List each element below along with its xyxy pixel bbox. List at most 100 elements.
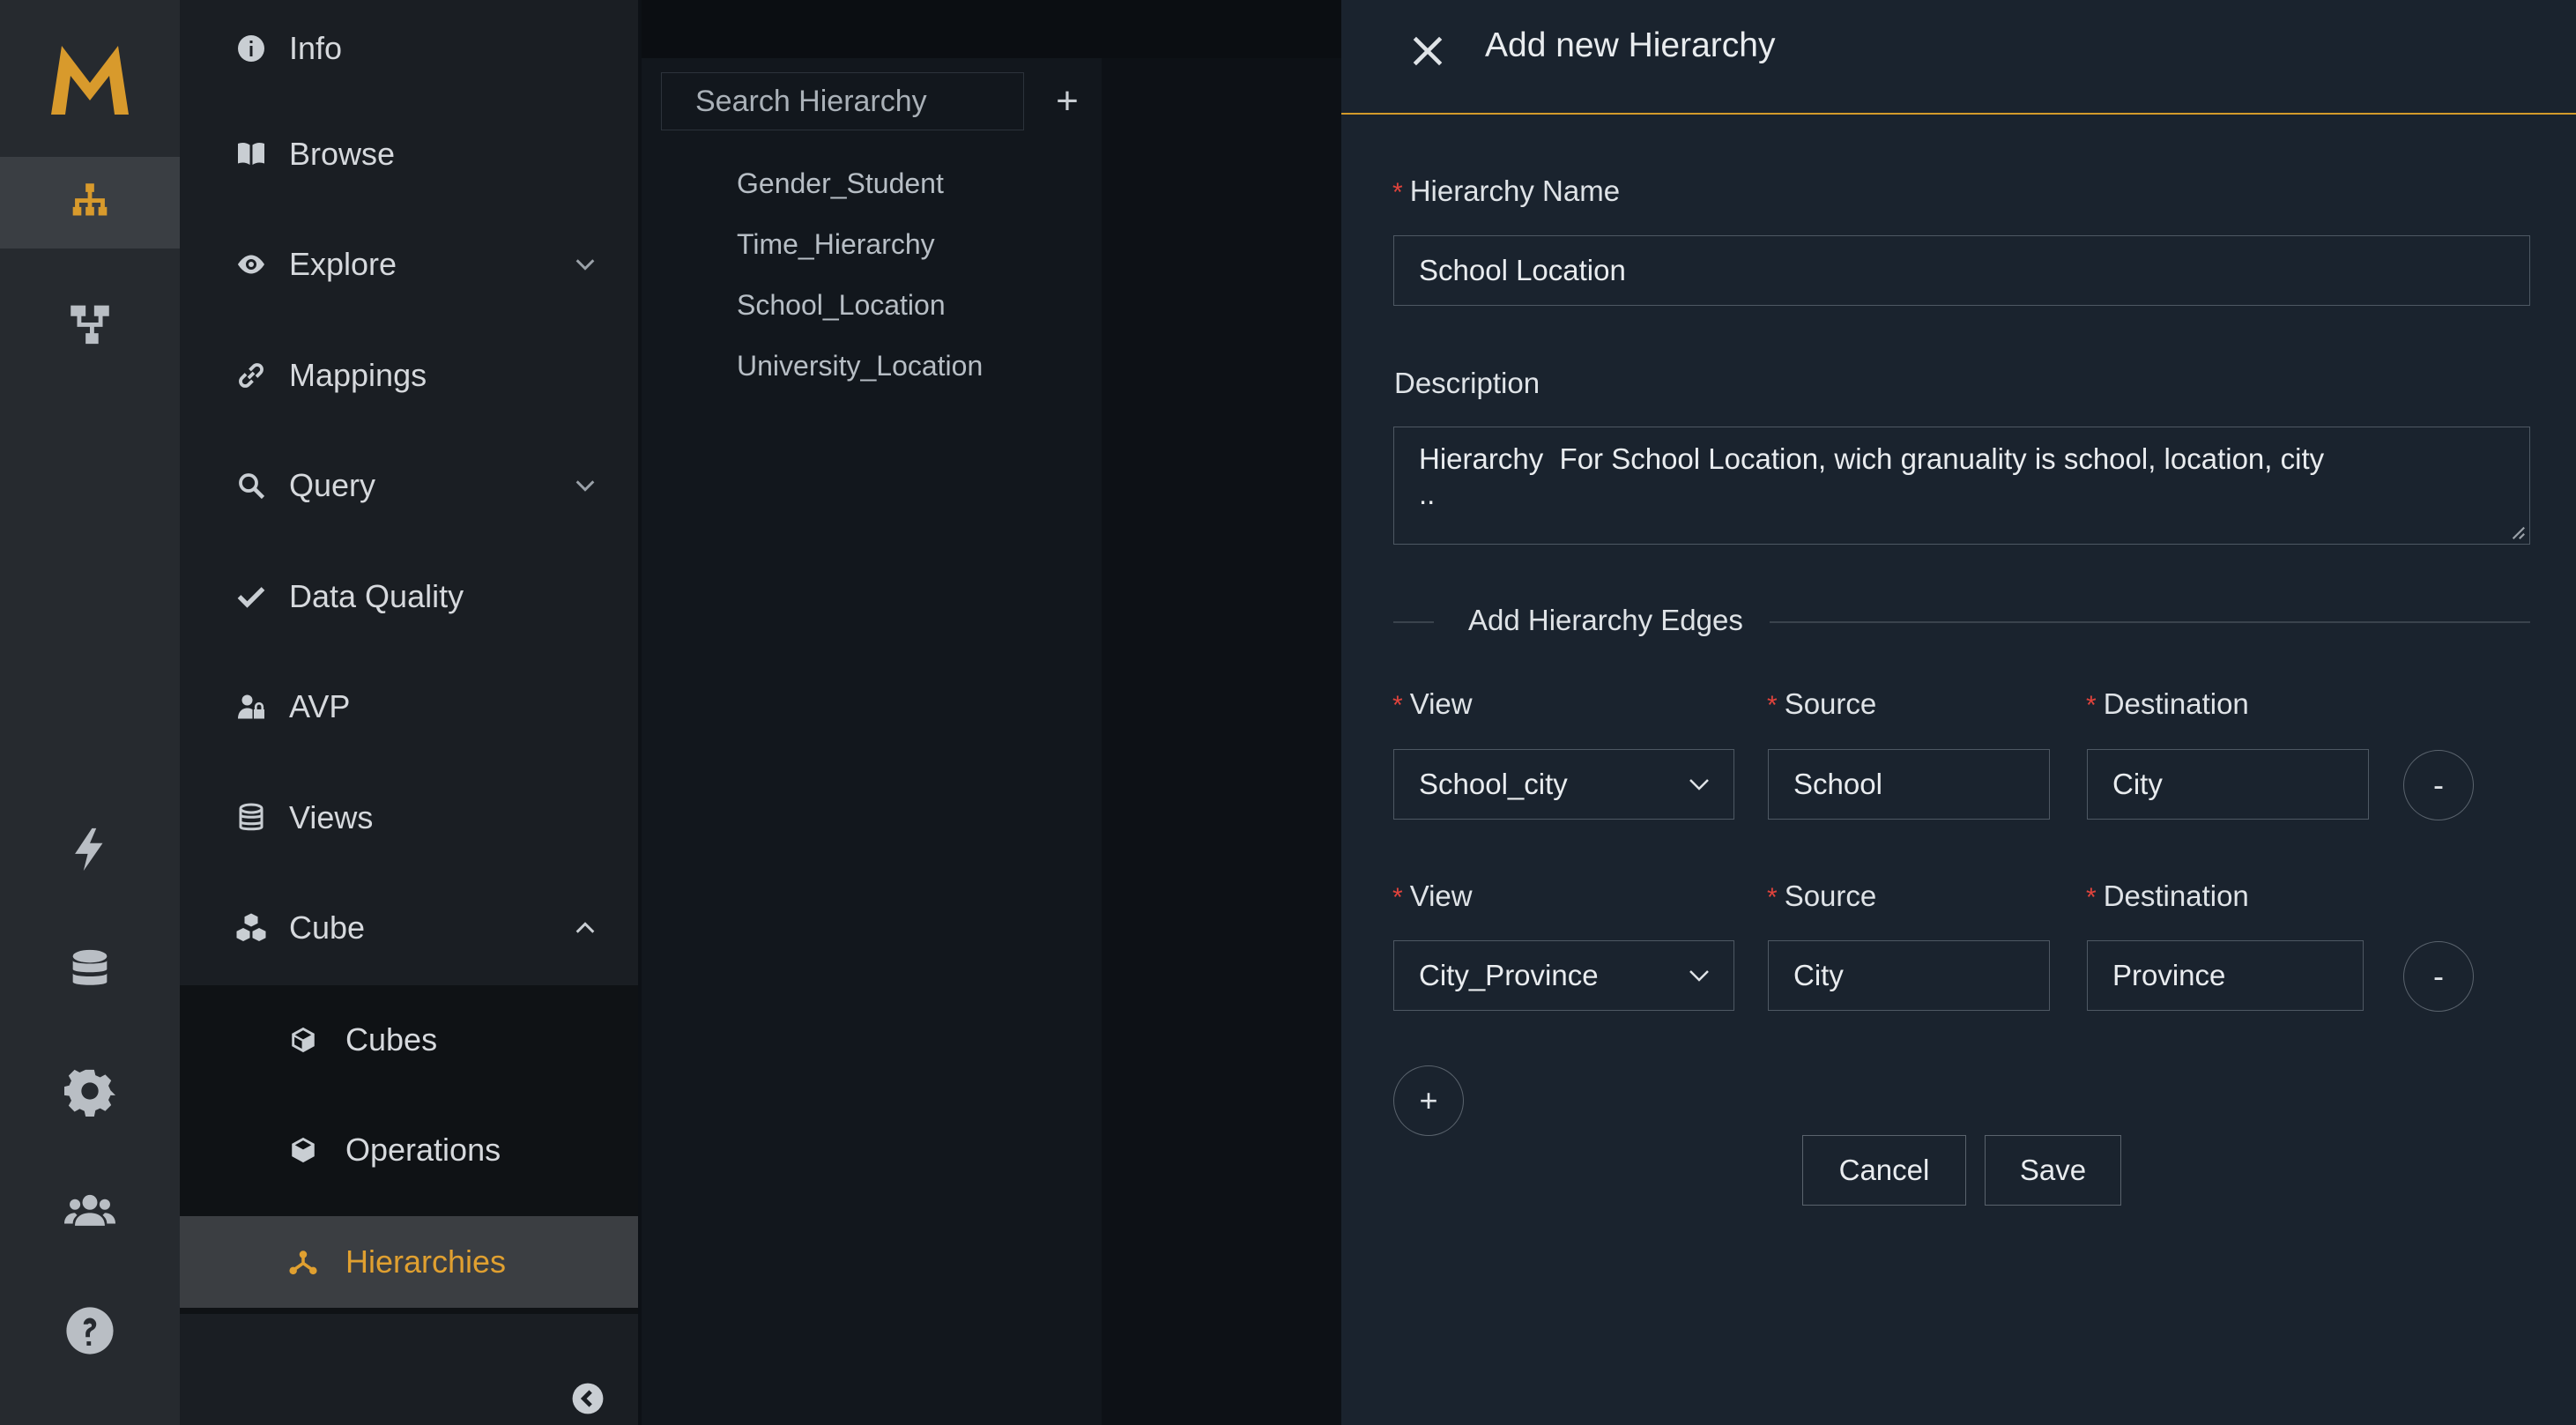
add-hierarchy-drawer: Add new Hierarchy * Hierarchy Name School… xyxy=(1341,0,2576,1425)
nav-panel: Info Browse Explore Mappings Query Data … xyxy=(180,0,638,1425)
rail-settings-button[interactable] xyxy=(0,1045,180,1137)
description-label: Description xyxy=(1394,367,1540,399)
rail-database-button[interactable] xyxy=(0,925,180,1017)
view-select[interactable]: School_city xyxy=(1393,749,1734,820)
nav-item-avp[interactable]: AVP xyxy=(180,658,638,755)
cancel-button[interactable]: Cancel xyxy=(1802,1135,1966,1206)
source-input[interactable]: School xyxy=(1768,749,2050,820)
hierarchy-name-input[interactable]: School Location xyxy=(1393,235,2530,306)
save-button[interactable]: Save xyxy=(1985,1135,2121,1206)
user-lock-icon xyxy=(233,688,270,725)
layers-icon xyxy=(233,799,270,836)
hierarchy-icon xyxy=(72,183,108,216)
gear-icon xyxy=(64,1069,115,1117)
list-item[interactable]: School_Location xyxy=(737,289,946,322)
nav-item-label: Views xyxy=(289,799,374,835)
destination-input[interactable]: Province xyxy=(2087,940,2364,1011)
add-edge-button[interactable]: + xyxy=(1393,1065,1464,1136)
view-label: * View xyxy=(1392,879,1473,913)
destination-label-text: Destination xyxy=(2103,879,2249,912)
lightning-icon xyxy=(75,828,103,872)
rail-tree-button[interactable] xyxy=(0,277,180,368)
source-label: * Source xyxy=(1767,879,1876,913)
check-icon xyxy=(233,578,270,615)
sub-item-cubes[interactable]: Cubes xyxy=(180,994,638,1086)
rail-hierarchy-button[interactable] xyxy=(0,157,180,249)
nav-item-explore[interactable]: Explore xyxy=(180,216,638,313)
add-hierarchy-button[interactable]: + xyxy=(1043,78,1091,125)
link-icon xyxy=(233,357,270,394)
close-icon[interactable] xyxy=(1408,32,1447,71)
hierarchy-node-icon xyxy=(286,1244,321,1280)
view-select[interactable]: City_Province xyxy=(1393,940,1734,1011)
view-label: * View xyxy=(1392,687,1473,721)
search-hierarchy-input[interactable]: Search Hierarchy xyxy=(661,72,1024,130)
help-icon xyxy=(66,1307,114,1354)
list-item[interactable]: Gender_Student xyxy=(737,167,944,200)
destination-label-text: Destination xyxy=(2103,687,2249,720)
magnifier-icon xyxy=(233,467,270,504)
chevron-up-icon xyxy=(575,922,595,933)
list-topbar xyxy=(642,0,1102,58)
remove-edge-button[interactable]: - xyxy=(2403,941,2474,1012)
search-placeholder: Search Hierarchy xyxy=(695,84,927,118)
collapse-sidebar-icon[interactable] xyxy=(571,1382,605,1415)
required-mark: * xyxy=(2086,691,2097,720)
eye-icon xyxy=(233,246,270,283)
sub-item-label: Hierarchies xyxy=(345,1243,507,1280)
rail-help-button[interactable] xyxy=(0,1285,180,1377)
nav-item-browse[interactable]: Browse xyxy=(180,106,638,203)
source-label-text: Source xyxy=(1784,687,1877,720)
nav-item-cube[interactable]: Cube xyxy=(180,879,638,976)
database-icon xyxy=(72,949,108,985)
list-item[interactable]: University_Location xyxy=(737,350,983,382)
view-label-text: View xyxy=(1409,879,1473,912)
hierarchy-name-label-text: Hierarchy Name xyxy=(1409,174,1621,207)
destination-input[interactable]: City xyxy=(2087,749,2369,820)
nav-item-label: Query xyxy=(289,467,376,503)
book-icon xyxy=(233,136,270,173)
required-mark: * xyxy=(1392,883,1403,912)
sub-item-operations[interactable]: Operations xyxy=(180,1104,638,1196)
list-item[interactable]: Time_Hierarchy xyxy=(737,228,935,261)
nav-item-label: Info xyxy=(289,30,343,66)
required-mark: * xyxy=(1392,178,1403,207)
source-label-text: Source xyxy=(1784,879,1877,912)
rail-users-button[interactable] xyxy=(0,1165,180,1257)
nav-item-query[interactable]: Query xyxy=(180,437,638,534)
info-icon xyxy=(233,30,270,67)
nav-item-info[interactable]: Info xyxy=(180,0,638,97)
destination-label: * Destination xyxy=(2086,879,2249,913)
resize-handle-icon[interactable] xyxy=(2510,524,2526,540)
remove-edge-button[interactable]: - xyxy=(2403,750,2474,820)
required-mark: * xyxy=(1392,691,1403,720)
edges-section-title: Add Hierarchy Edges xyxy=(1468,604,1743,636)
hierarchy-list-panel: Search Hierarchy + Gender_Student Time_H… xyxy=(642,0,1102,1425)
divider xyxy=(1393,621,1434,623)
nav-item-label: AVP xyxy=(289,688,351,724)
users-icon xyxy=(64,1194,115,1226)
content-topbar xyxy=(1102,0,1341,58)
description-textarea[interactable]: Hierarchy For School Location, wich gran… xyxy=(1393,427,2530,545)
required-mark: * xyxy=(1767,691,1778,720)
sub-item-hierarchies[interactable]: Hierarchies xyxy=(180,1216,638,1308)
chevron-down-icon xyxy=(1689,779,1709,790)
sub-item-label: Operations xyxy=(345,1132,501,1168)
nav-item-mappings[interactable]: Mappings xyxy=(180,327,638,424)
chevron-down-icon xyxy=(575,259,595,271)
destination-label: * Destination xyxy=(2086,687,2249,721)
logo[interactable] xyxy=(44,37,136,122)
chevron-down-icon xyxy=(1689,970,1709,982)
rail-lightning-button[interactable] xyxy=(0,804,180,895)
description-text: Hierarchy For School Location, wich gran… xyxy=(1419,442,2325,510)
divider xyxy=(1770,621,2530,623)
source-label: * Source xyxy=(1767,687,1876,721)
nav-item-views[interactable]: Views xyxy=(180,769,638,866)
icon-rail xyxy=(0,0,180,1425)
required-mark: * xyxy=(1767,883,1778,912)
hierarchy-name-label: * Hierarchy Name xyxy=(1392,174,1620,208)
source-input[interactable]: City xyxy=(1768,940,2050,1011)
chevron-down-icon xyxy=(575,480,595,492)
required-mark: * xyxy=(2086,883,2097,912)
nav-item-data-quality[interactable]: Data Quality xyxy=(180,548,638,645)
